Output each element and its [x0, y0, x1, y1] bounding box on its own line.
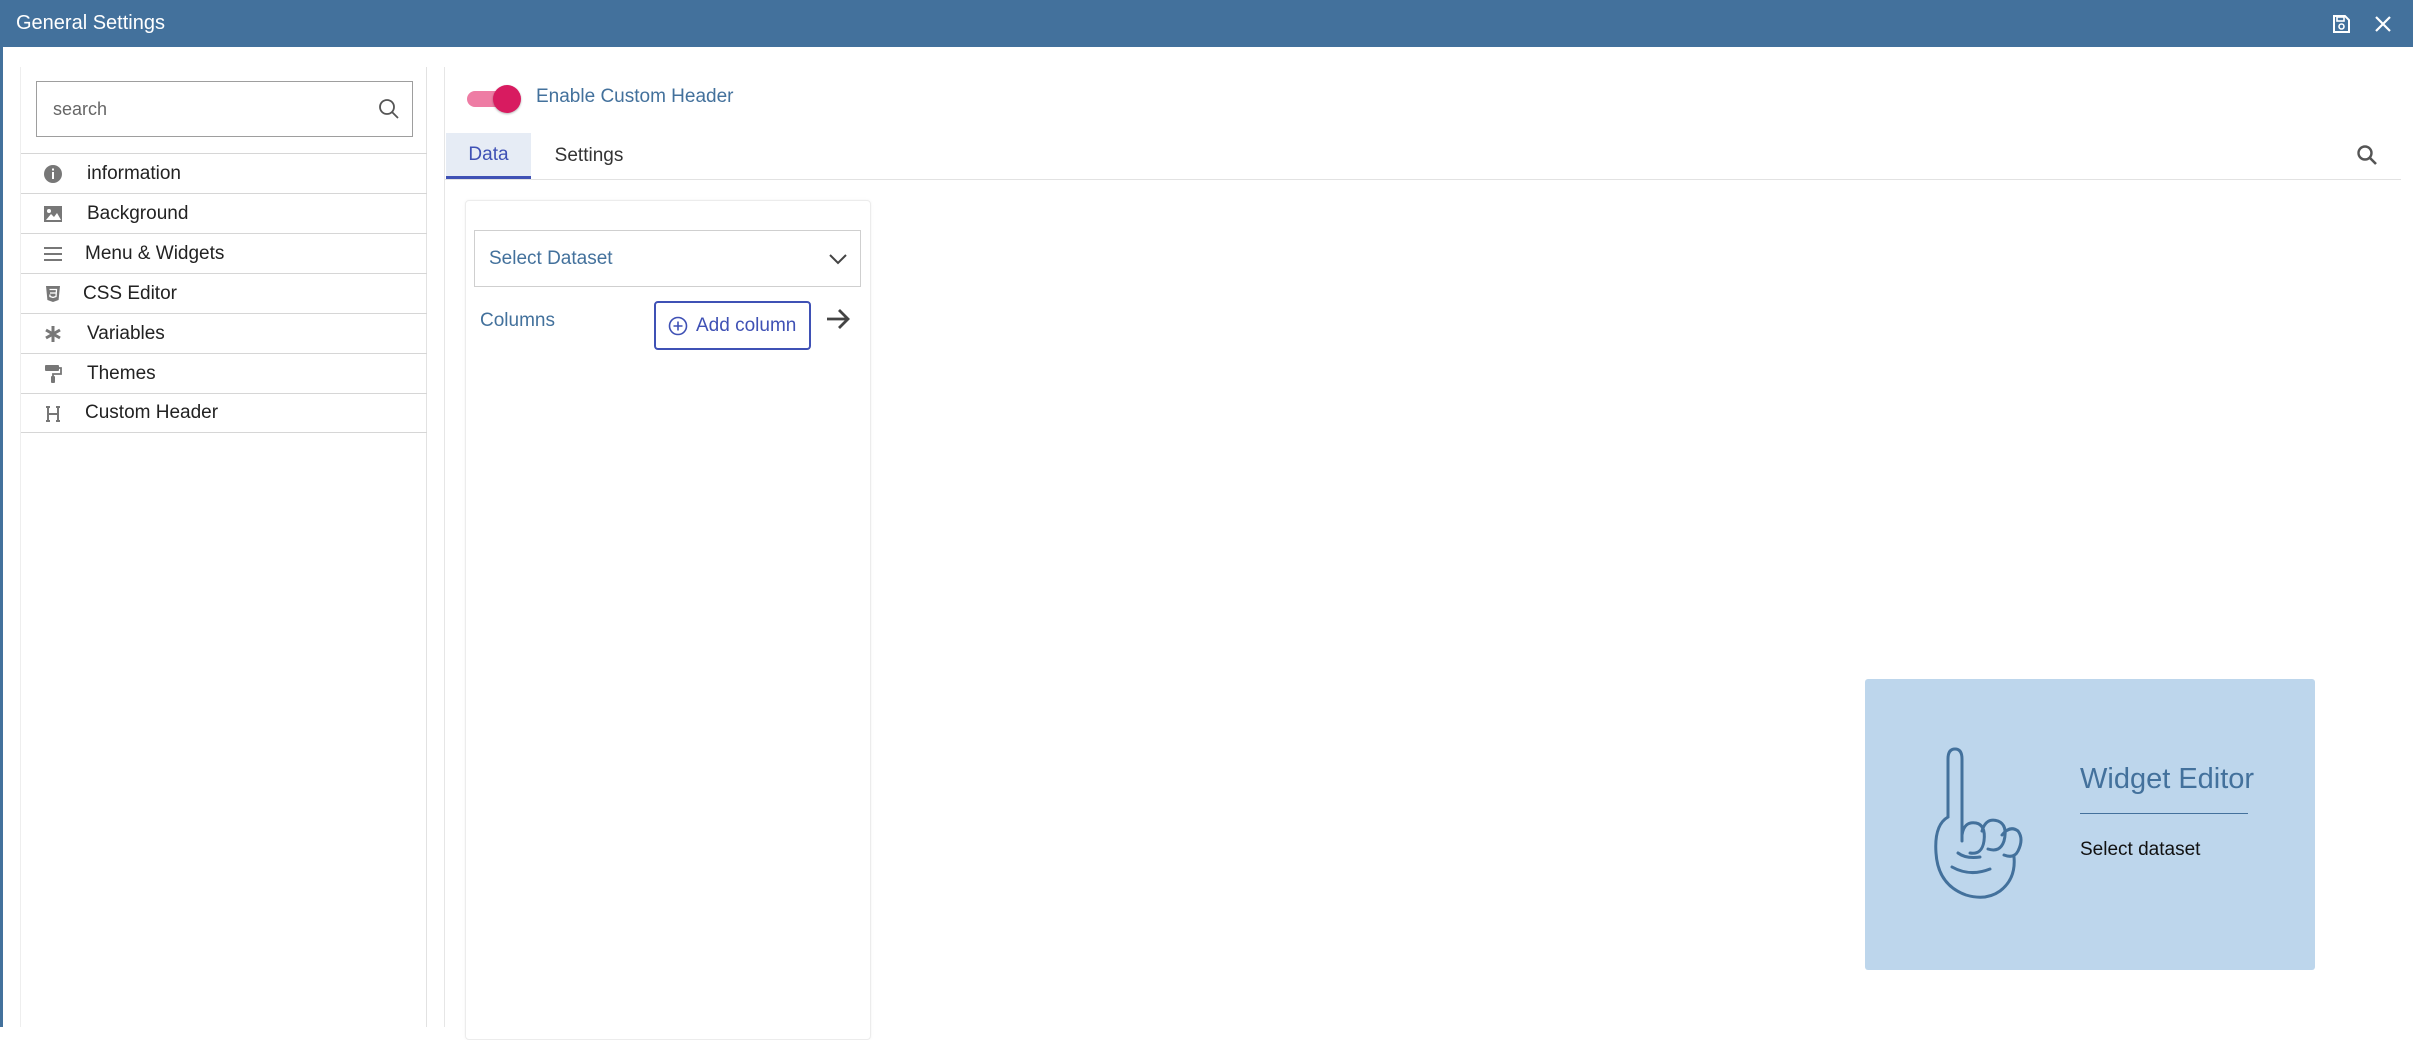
sidebar-item-label: Menu & Widgets [85, 242, 225, 264]
sidebar: information Background Menu & Widgets CS… [20, 67, 427, 1027]
sidebar-item-label: CSS Editor [83, 282, 177, 304]
add-column-button[interactable]: Add column [654, 301, 811, 350]
sidebar-item-themes[interactable]: Themes [21, 353, 427, 393]
image-icon [43, 204, 63, 224]
data-column-panel: Select Dataset Columns Add column [465, 200, 871, 1040]
search-input[interactable] [51, 97, 375, 121]
tab-data[interactable]: Data [446, 133, 531, 179]
dataset-select-value: Select Dataset [489, 247, 613, 269]
sidebar-item-variables[interactable]: Variables [21, 313, 427, 353]
close-icon [2375, 16, 2391, 32]
tab-bar: Data Settings [445, 133, 2401, 180]
sidebar-item-label: Variables [87, 322, 165, 344]
widget-editor-placeholder: Widget Editor Select dataset [1865, 679, 2315, 970]
chevron-down-icon [829, 254, 847, 265]
css3-icon [43, 284, 63, 304]
columns-label: Columns [480, 310, 555, 331]
sidebar-item-label: Themes [87, 362, 156, 384]
save-button[interactable] [2328, 11, 2354, 37]
asterisk-icon [43, 324, 63, 344]
window-title: General Settings [16, 12, 165, 34]
sidebar-item-css-editor[interactable]: CSS Editor [21, 273, 427, 313]
sidebar-nav: information Background Menu & Widgets CS… [21, 153, 427, 433]
toggle-label: Enable Custom Header [536, 86, 734, 107]
window-frame [0, 47, 3, 1027]
close-button[interactable] [2370, 11, 2396, 37]
save-icon [2333, 15, 2350, 33]
sidebar-item-label: Custom Header [85, 402, 219, 423]
sidebar-item-label: Background [87, 202, 189, 224]
main-panel: Enable Custom Header Data Settings Selec… [444, 67, 2401, 1040]
placeholder-subtitle: Select dataset [2080, 839, 2201, 860]
search-icon[interactable] [2355, 143, 2379, 167]
add-column-label: Add column [696, 314, 797, 336]
sidebar-item-information[interactable]: information [21, 153, 427, 193]
paint-roller-icon [43, 364, 63, 384]
placeholder-title: Widget Editor [2080, 763, 2255, 795]
search-icon[interactable] [378, 98, 400, 120]
sidebar-item-custom-header[interactable]: Custom Header [21, 393, 427, 433]
arrow-right-icon[interactable] [824, 305, 852, 333]
window-titlebar: General Settings [0, 0, 2413, 47]
sidebar-item-background[interactable]: Background [21, 193, 427, 233]
tab-settings[interactable]: Settings [543, 133, 635, 179]
dataset-select[interactable]: Select Dataset [474, 230, 861, 287]
info-icon [43, 164, 63, 184]
add-circle-icon [668, 316, 688, 336]
pointing-hand-icon [1934, 747, 2023, 899]
sidebar-search [36, 81, 413, 137]
custom-header-toggle[interactable] [465, 84, 521, 113]
heading-icon [43, 404, 63, 424]
placeholder-divider [2080, 813, 2248, 814]
sidebar-item-menu-widgets[interactable]: Menu & Widgets [21, 233, 427, 273]
toggle-knob [493, 85, 521, 113]
sidebar-item-label: information [87, 162, 181, 184]
menu-icon [43, 244, 63, 264]
